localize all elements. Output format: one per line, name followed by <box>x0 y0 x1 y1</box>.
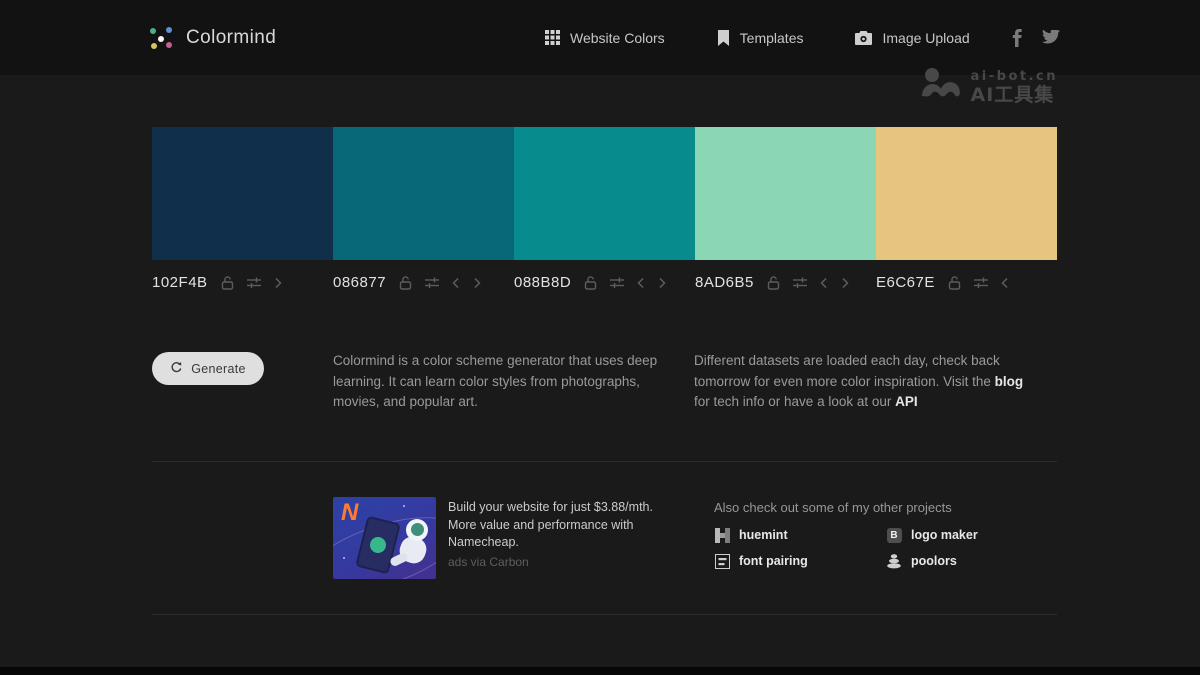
hex-cell-1: 102F4B <box>152 274 333 291</box>
hex-cell-5: E6C67E <box>876 274 1057 291</box>
chevron-right-icon[interactable] <box>658 277 666 289</box>
sliders-icon[interactable] <box>247 276 261 289</box>
font-pairing-icon <box>714 553 730 569</box>
hex-value[interactable]: 088B8D <box>514 274 571 291</box>
poolors-icon <box>886 553 902 569</box>
bookmark-icon <box>717 30 730 46</box>
project-poolors[interactable]: poolors <box>886 552 1014 570</box>
chevron-left-icon[interactable] <box>637 277 645 289</box>
ai-bot-logo-icon <box>920 68 962 108</box>
hex-value[interactable]: 102F4B <box>152 274 208 291</box>
projects-title: Also check out some of my other projects <box>714 500 952 515</box>
huemint-icon <box>714 527 730 543</box>
logo[interactable]: Colormind <box>148 0 276 75</box>
ad-copy: Build your website for just $3.88/mth. M… <box>448 499 676 569</box>
main-nav: Website Colors Templates Image Upload <box>545 0 970 75</box>
social-links <box>1012 0 1060 75</box>
sliders-icon[interactable] <box>425 276 439 289</box>
datasets-paragraph: Different datasets are loaded each day, … <box>694 351 1039 413</box>
color-palette <box>152 127 1057 260</box>
nav-templates[interactable]: Templates <box>717 30 804 46</box>
nav-image-upload[interactable]: Image Upload <box>855 30 969 46</box>
camera-icon <box>855 31 872 45</box>
hex-row: 102F4B 086877 <box>152 274 1057 291</box>
ad-text[interactable]: Build your website for just $3.88/mth. M… <box>448 499 676 552</box>
lock-icon[interactable] <box>948 276 961 290</box>
watermark-name: AI工具集 <box>971 85 1058 106</box>
logo-text: Colormind <box>186 27 276 49</box>
grid-icon <box>545 30 560 45</box>
bottom-strip <box>0 667 1200 675</box>
watermark: ai-bot.cn AI工具集 <box>920 68 1058 108</box>
project-label: font pairing <box>739 554 808 568</box>
logo-maker-icon: B <box>886 527 902 543</box>
project-font-pairing[interactable]: font pairing <box>714 552 886 570</box>
chevron-right-icon[interactable] <box>274 277 282 289</box>
hex-value[interactable]: 8AD6B5 <box>695 274 754 291</box>
colormind-logo-icon <box>148 25 174 51</box>
refresh-icon <box>170 361 183 377</box>
nav-label: Image Upload <box>882 30 969 46</box>
lock-icon[interactable] <box>221 276 234 290</box>
datasets-text-1: Different datasets are loaded each day, … <box>694 353 1000 389</box>
divider <box>152 614 1057 615</box>
datasets-text-2: for tech info or have a look at our <box>694 394 895 409</box>
facebook-icon[interactable] <box>1012 29 1022 47</box>
nav-label: Website Colors <box>570 30 665 46</box>
sliders-icon[interactable] <box>793 276 807 289</box>
sliders-icon[interactable] <box>610 276 624 289</box>
chevron-right-icon[interactable] <box>473 277 481 289</box>
nav-website-colors[interactable]: Website Colors <box>545 30 665 46</box>
generate-button[interactable]: Generate <box>152 352 264 385</box>
api-link[interactable]: API <box>895 394 918 409</box>
lock-icon[interactable] <box>584 276 597 290</box>
chevron-left-icon[interactable] <box>1001 277 1009 289</box>
lock-icon[interactable] <box>767 276 780 290</box>
hex-cell-2: 086877 <box>333 274 514 291</box>
ad-image-namecheap[interactable]: N <box>333 497 436 579</box>
project-label: logo maker <box>911 528 978 542</box>
watermark-domain: ai-bot.cn <box>971 70 1058 84</box>
hex-value[interactable]: E6C67E <box>876 274 935 291</box>
ad-astronaut-graphic <box>390 519 430 571</box>
swatch-4[interactable] <box>695 127 876 260</box>
project-label: poolors <box>911 554 957 568</box>
about-paragraph: Colormind is a color scheme generator th… <box>333 351 668 413</box>
hex-value[interactable]: 086877 <box>333 274 386 291</box>
project-logo-maker[interactable]: B logo maker <box>886 526 1014 544</box>
twitter-icon[interactable] <box>1042 30 1060 45</box>
swatch-2[interactable] <box>333 127 514 260</box>
project-huemint[interactable]: huemint <box>714 526 886 544</box>
generate-label: Generate <box>191 362 246 376</box>
hex-cell-3: 088B8D <box>514 274 695 291</box>
blog-link[interactable]: blog <box>995 374 1024 389</box>
chevron-right-icon[interactable] <box>841 277 849 289</box>
sliders-icon[interactable] <box>974 276 988 289</box>
swatch-1[interactable] <box>152 127 333 260</box>
chevron-left-icon[interactable] <box>820 277 828 289</box>
projects-grid: huemint B logo maker font pairing <box>714 526 1014 570</box>
ads-via-carbon[interactable]: ads via Carbon <box>448 555 676 569</box>
swatch-3[interactable] <box>514 127 695 260</box>
colormind-page: Colormind Website Colors Templates <box>0 0 1200 675</box>
nav-label: Templates <box>740 30 804 46</box>
swatch-5[interactable] <box>876 127 1057 260</box>
lock-icon[interactable] <box>399 276 412 290</box>
hex-cell-4: 8AD6B5 <box>695 274 876 291</box>
chevron-left-icon[interactable] <box>452 277 460 289</box>
divider <box>152 461 1057 462</box>
project-label: huemint <box>739 528 788 542</box>
header: Colormind Website Colors Templates <box>0 0 1200 75</box>
namecheap-logo: N <box>341 499 358 527</box>
